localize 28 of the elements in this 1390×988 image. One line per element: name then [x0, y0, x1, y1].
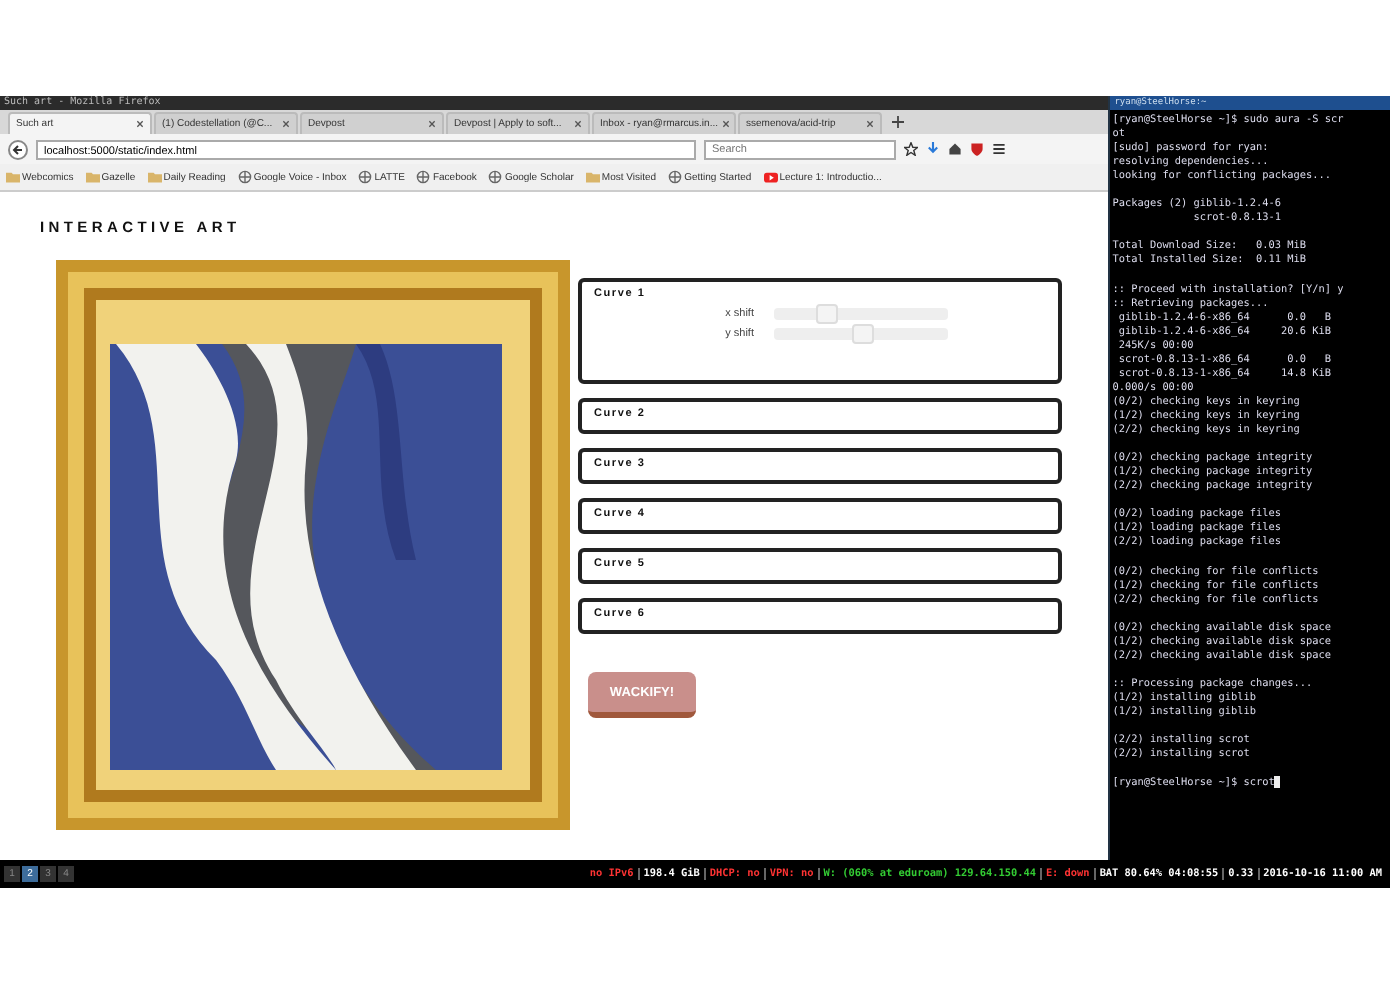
- slider-track[interactable]: [774, 308, 948, 320]
- close-icon[interactable]: [428, 120, 436, 128]
- close-icon[interactable]: [282, 120, 290, 128]
- globe-icon: [237, 170, 252, 184]
- globe-icon: [488, 170, 503, 184]
- globe-icon: [668, 170, 683, 184]
- menu-icon[interactable]: [992, 142, 1006, 156]
- close-icon[interactable]: [866, 120, 874, 128]
- folder-icon: [147, 170, 162, 184]
- folder-icon: [85, 170, 100, 184]
- new-tab-icon[interactable]: [892, 116, 904, 128]
- close-icon[interactable]: [574, 120, 582, 128]
- slider-track[interactable]: [774, 328, 948, 340]
- close-icon[interactable]: [136, 120, 144, 128]
- folder-icon: [6, 170, 20, 184]
- shield-icon[interactable]: [970, 142, 984, 156]
- slider-thumb[interactable]: [851, 324, 873, 344]
- close-icon[interactable]: [721, 120, 730, 128]
- home-icon[interactable]: [948, 142, 962, 156]
- star-icon[interactable]: [904, 142, 918, 156]
- globe-icon: [416, 170, 431, 184]
- cursor-icon: [1274, 776, 1281, 789]
- folder-icon: [585, 170, 600, 184]
- play-icon: [763, 170, 778, 184]
- slider-thumb[interactable]: [816, 304, 839, 324]
- back-icon[interactable]: [8, 139, 28, 159]
- download-icon[interactable]: [926, 142, 940, 156]
- globe-icon: [358, 170, 373, 184]
